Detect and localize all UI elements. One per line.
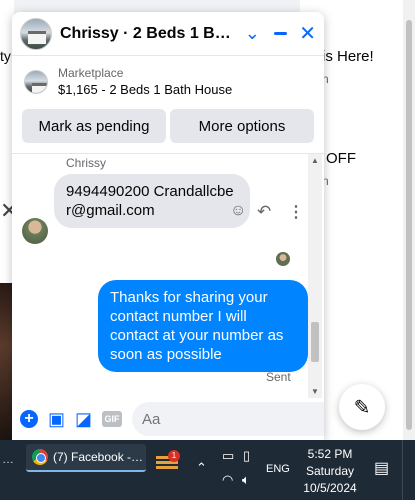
reply-icon[interactable]: ↶: [257, 202, 271, 222]
page-scrollbar[interactable]: [403, 0, 415, 440]
clock-day: Saturday: [305, 464, 355, 478]
scroll-down-icon[interactable]: ▼: [311, 387, 319, 396]
minimize-icon[interactable]: [273, 32, 288, 35]
notification-icon[interactable]: ▤: [374, 458, 389, 478]
marketplace-listing-box: Marketplace $1,165 - 2 Beds 1 Bath House…: [12, 56, 324, 154]
photo-icon[interactable]: ▣: [48, 409, 65, 429]
volume-muted-icon[interactable]: 🔈︎: [242, 472, 250, 488]
taskbar-chrome-app[interactable]: (7) Facebook - G...: [26, 444, 146, 472]
sender-name: Chrissy: [66, 156, 107, 170]
tray-badge: 1: [168, 450, 180, 462]
listing-thumbnail[interactable]: [24, 69, 48, 94]
more-actions-icon[interactable]: ⋮: [288, 202, 304, 222]
message-status: Sent: [266, 370, 291, 384]
taskbar-app-label: (7) Facebook - G...: [53, 450, 146, 464]
background-right-headline[interactable]: is Here!: [322, 48, 374, 65]
close-icon[interactable]: ✕: [299, 21, 316, 46]
more-options-button[interactable]: More options: [170, 109, 314, 143]
show-hidden-icons-chevron-icon[interactable]: ⌃: [196, 460, 207, 476]
message-input-wrapper: [132, 402, 324, 436]
listing-title[interactable]: $1,165 - 2 Beds 1 Bath House: [58, 82, 232, 97]
phone-link-icon[interactable]: ▯: [243, 448, 250, 464]
chrome-icon: [32, 449, 48, 465]
outgoing-message[interactable]: Thanks for sharing your contact number I…: [98, 280, 308, 372]
compose-icon: ✎: [353, 396, 371, 419]
more-actions-plus-icon[interactable]: +: [20, 409, 38, 429]
chat-title[interactable]: Chrissy · 2 Beds 1 Bath Ho...: [60, 25, 233, 43]
message-thread: Chrissy 9494490200 Crandallcber@gmail.co…: [12, 154, 324, 398]
react-smiley-icon[interactable]: ☺: [230, 202, 246, 220]
background-right-offer[interactable]: OFF: [326, 150, 356, 167]
sender-avatar[interactable]: [22, 218, 48, 244]
seen-avatar: [276, 252, 290, 266]
taskbar-overflow-icon[interactable]: …: [2, 452, 14, 466]
clock-time: 5:52 PM: [307, 447, 353, 461]
marketplace-label: Marketplace: [58, 66, 124, 80]
wifi-icon[interactable]: ◠: [222, 472, 233, 488]
listing-avatar[interactable]: [20, 17, 52, 50]
chat-header: Chrissy · 2 Beds 1 Bath Ho... ⌄ ✕: [12, 12, 324, 56]
incoming-message[interactable]: 9494490200 Crandallcber@gmail.com: [54, 174, 250, 228]
gif-icon[interactable]: GIF: [102, 409, 123, 429]
show-desktop-button[interactable]: [402, 440, 415, 500]
language-indicator[interactable]: ENG: [266, 463, 290, 475]
message-composer: + ▣ ◪ GIF 👍︎: [12, 398, 324, 440]
scroll-up-icon[interactable]: ▲: [311, 156, 319, 165]
battery-icon[interactable]: ▭: [222, 448, 234, 464]
chevron-down-icon[interactable]: ⌄: [245, 23, 260, 44]
background-left-text: ty: [0, 48, 11, 64]
clock[interactable]: 5:52 PM Saturday 10/5/2024: [300, 446, 360, 497]
sticker-icon[interactable]: ◪: [75, 409, 92, 429]
new-message-button[interactable]: ✎: [339, 384, 385, 430]
clock-date: 10/5/2024: [303, 481, 357, 495]
taskbar: … (7) Facebook - G... 1 ⌃ ▭ ▯ ◠ 🔈︎ ENG 5…: [0, 440, 415, 500]
chat-scrollbar[interactable]: ▲ ▼: [308, 154, 322, 398]
messenger-chat-window: Chrissy · 2 Beds 1 Bath Ho... ⌄ ✕ Market…: [12, 12, 324, 440]
mark-as-pending-button[interactable]: Mark as pending: [22, 109, 166, 143]
message-input[interactable]: [142, 410, 324, 428]
